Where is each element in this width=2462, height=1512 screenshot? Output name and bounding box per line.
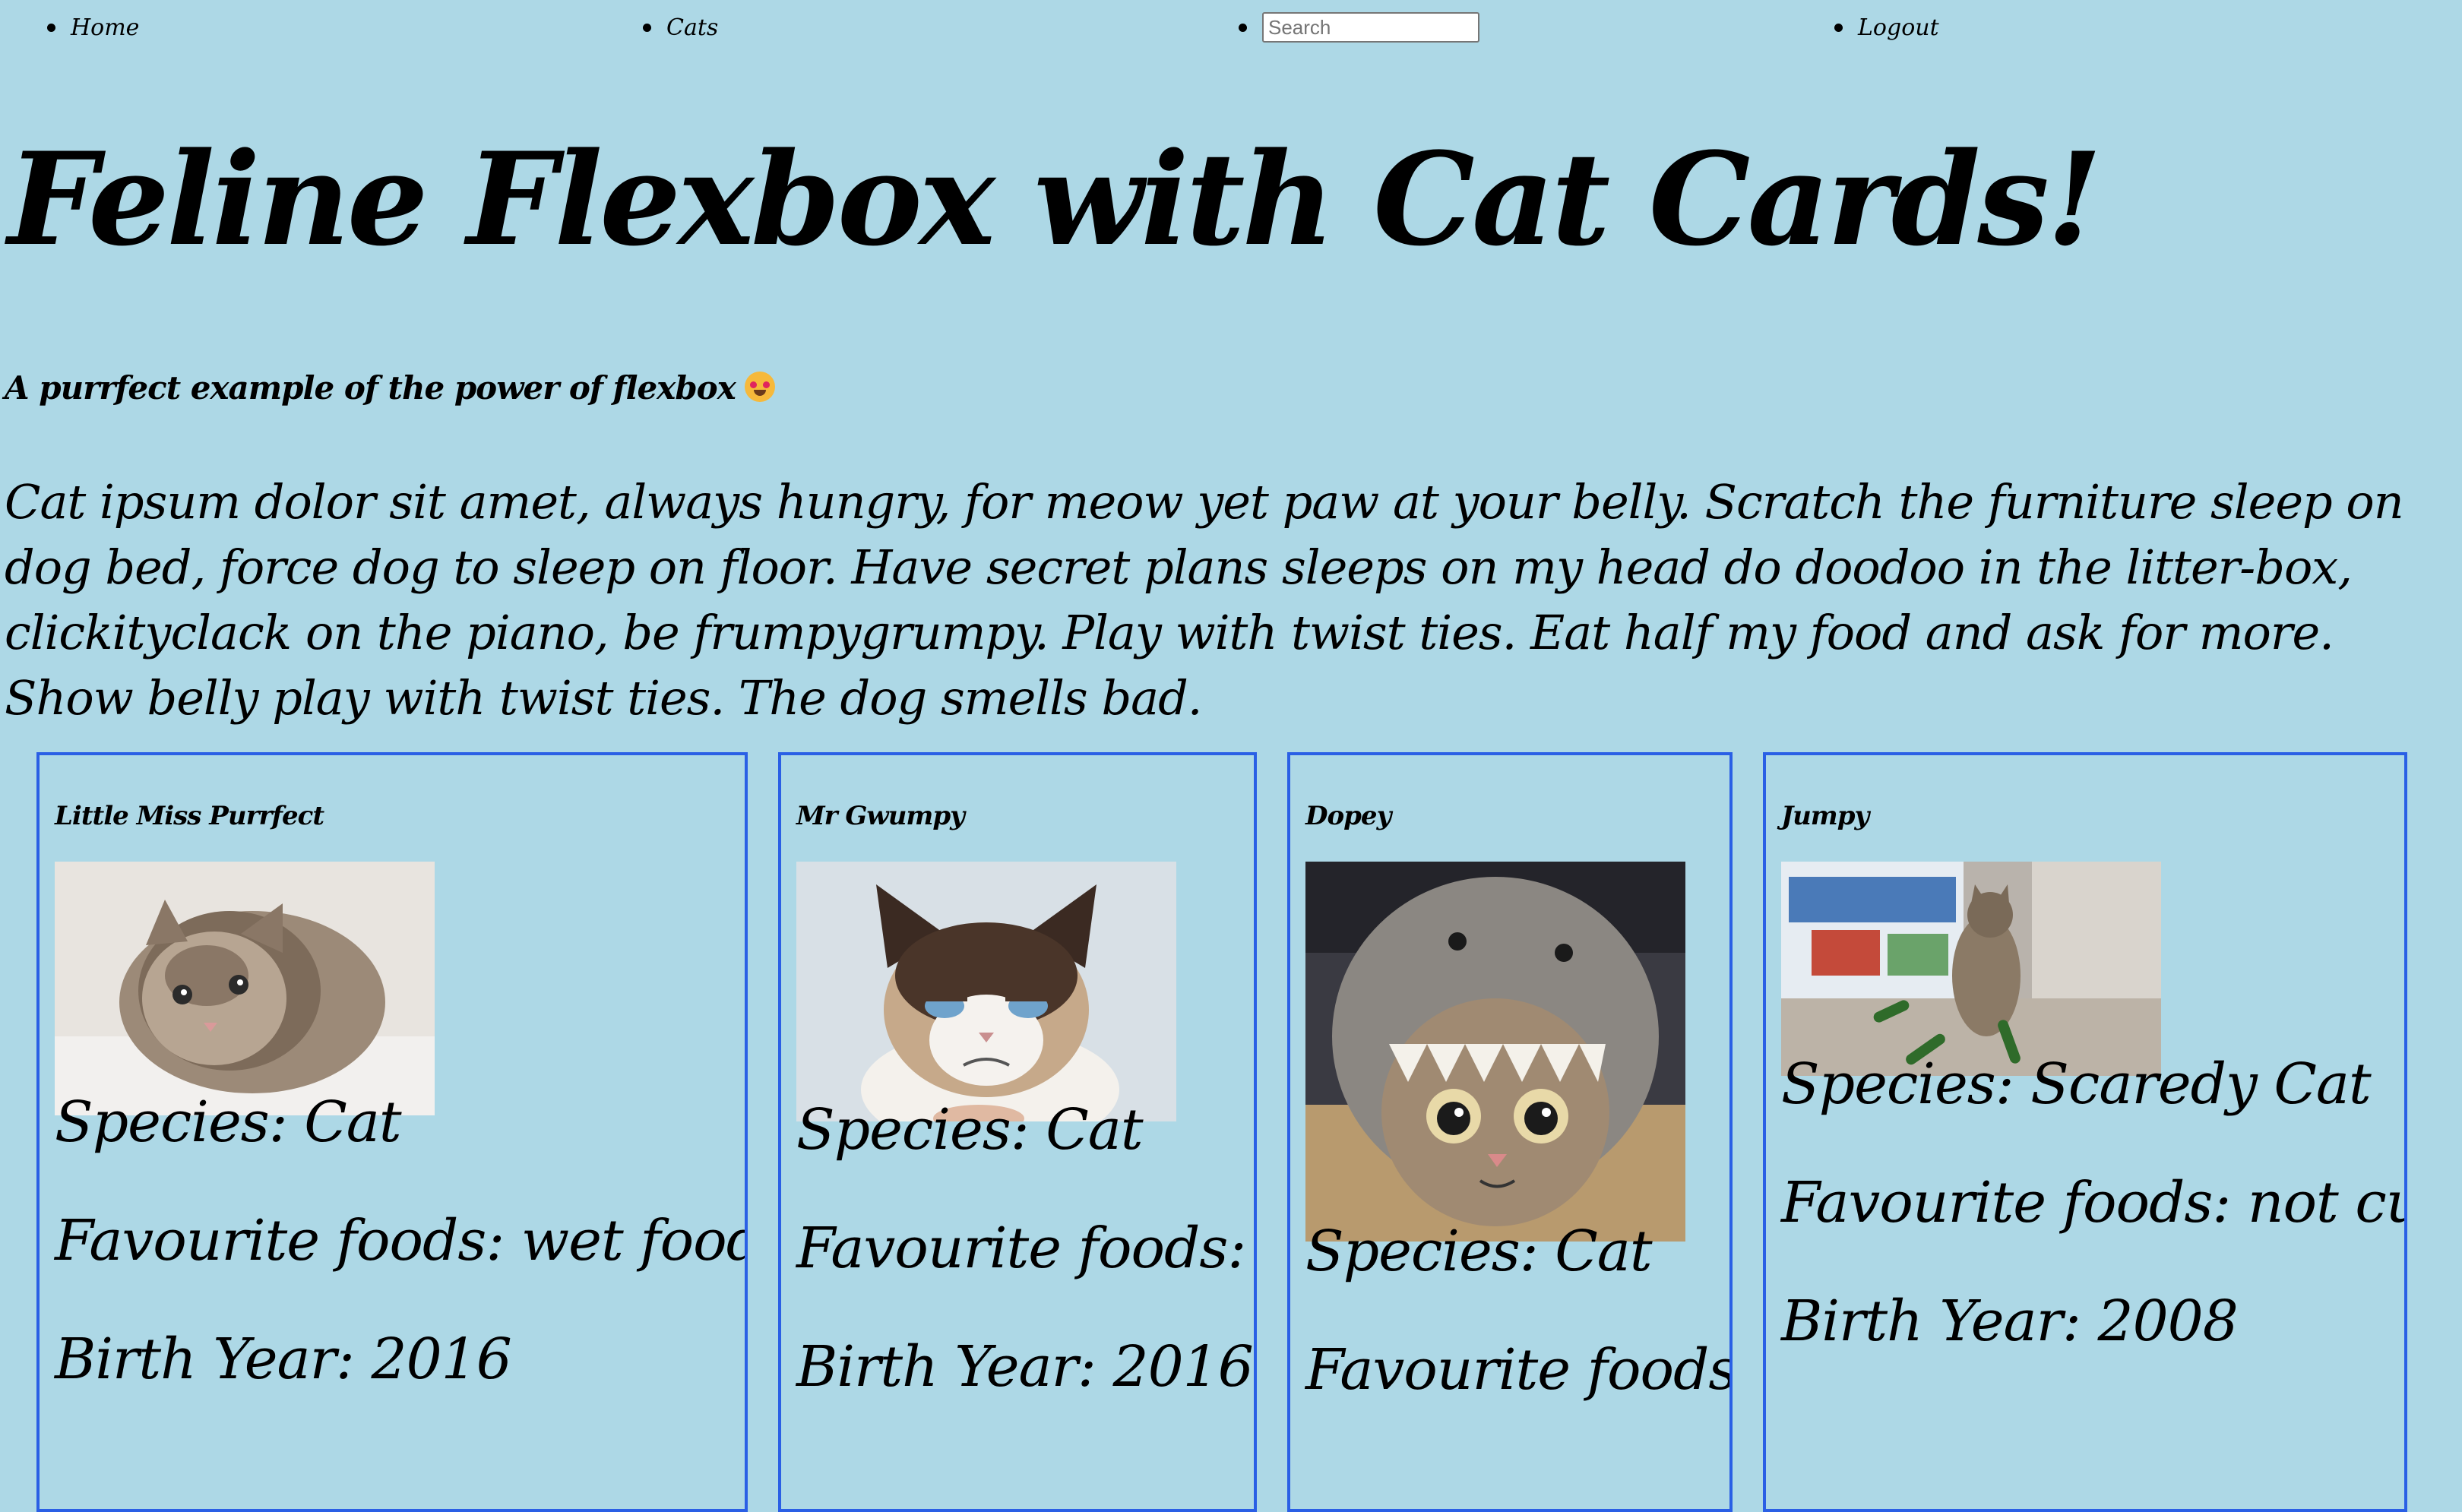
grumpy-cat-photo	[796, 862, 1176, 1121]
cat-card-jumpy: Jumpy Species: Scaredy Cat Favourite foo…	[1763, 752, 2407, 1512]
cat-birth-year: Birth Year: 2016	[55, 1327, 512, 1392]
nav-item-cats: Cats	[643, 11, 718, 44]
cat-species: Species: Cat	[796, 1097, 1144, 1162]
cat-species: Species: Cat	[55, 1090, 402, 1155]
home-link[interactable]: Home	[71, 14, 139, 41]
nav-item-home: Home	[47, 11, 139, 44]
top-nav: Home Cats Logout	[0, 0, 2462, 61]
cat-name: Dopey	[1305, 801, 1391, 831]
cat-name: Mr Gwumpy	[796, 801, 965, 831]
logout-link[interactable]: Logout	[1858, 14, 1939, 41]
bullet-icon	[643, 23, 651, 32]
bullet-icon	[47, 23, 55, 32]
cat-birth-year: Birth Year: 2016	[796, 1334, 1254, 1400]
subtitle-text: A purrfect example of the power of flexb…	[5, 369, 736, 406]
cat-birth-year: Birth Year: 2008	[1781, 1289, 2239, 1354]
page-subtitle: A purrfect example of the power of flexb…	[5, 369, 775, 406]
cat-card-little-miss-purrfect: Little Miss Purrfect Species: Cat Favour…	[36, 752, 748, 1512]
cats-link[interactable]: Cats	[666, 14, 718, 41]
fluffy-kitten-photo	[55, 862, 435, 1115]
nav-item-logout: Logout	[1834, 11, 1939, 44]
intro-paragraph: Cat ipsum dolor sit amet, always hungry,…	[5, 474, 2404, 726]
search-input[interactable]	[1262, 12, 1479, 43]
cat-favourite-foods: Favourite foods: wet food, dry food	[55, 1208, 745, 1273]
cat-favourite-foods: Favourite foods: caviar	[796, 1216, 1254, 1281]
cat-species: Species: Scaredy Cat	[1781, 1052, 2372, 1117]
cat-species: Species: Cat	[1305, 1219, 1653, 1284]
bullet-icon	[1834, 23, 1843, 32]
cat-favourite-foods: Favourite foods: bugs	[1305, 1337, 1729, 1403]
cat-with-cucumbers-photo	[1781, 862, 2161, 1076]
heart-eyes-cat-emoji-icon	[744, 372, 775, 402]
nav-item-search	[1239, 11, 1479, 44]
cat-card-mr-gwumpy: Mr Gwumpy Species: Cat Favourite foods: …	[778, 752, 1257, 1512]
cat-card-dopey: Dopey Species: Cat Favourite foods: bugs	[1287, 752, 1733, 1512]
page-title: Feline Flexbox with Cat Cards!	[8, 124, 2103, 274]
cat-name: Little Miss Purrfect	[55, 801, 324, 831]
bullet-icon	[1239, 23, 1247, 32]
cat-favourite-foods: Favourite foods: not cucumbers!	[1781, 1170, 2404, 1235]
cat-name: Jumpy	[1781, 801, 1869, 831]
cat-in-shark-hat-photo	[1305, 862, 1685, 1242]
